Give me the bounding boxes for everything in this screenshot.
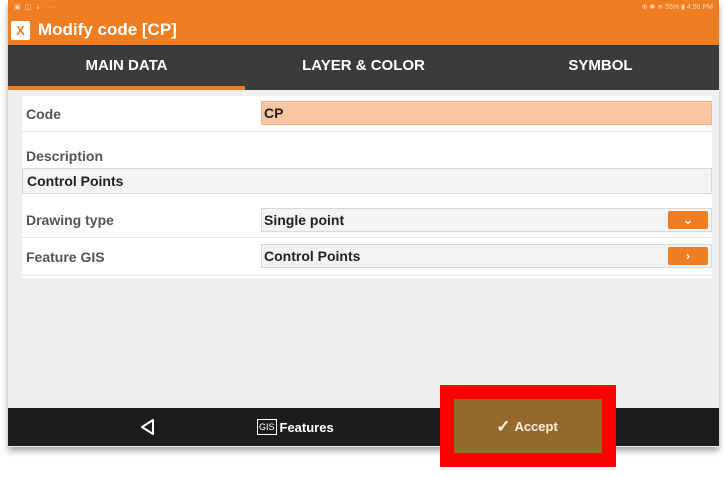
gis-icon: GIS: [257, 419, 277, 435]
feature-gis-value: Control Points: [264, 248, 361, 264]
status-icons-right: ⊕ ✱ ≋ 55% ▮ 4:58 PM: [641, 4, 713, 11]
description-input[interactable]: Control Points: [22, 168, 712, 194]
device-screen: ▣ ◫ ⇣ ··· ⊕ ✱ ≋ 55% ▮ 4:58 PM X Modify c…: [0, 0, 726, 477]
back-button[interactable]: [128, 415, 168, 439]
back-triangle-icon: [141, 419, 154, 435]
accept-label: Accept: [514, 419, 558, 434]
chevron-right-icon[interactable]: ›: [668, 247, 708, 265]
drawing-type-row: Drawing type Single point ⌄: [22, 202, 712, 238]
tab-main-data[interactable]: MAIN DATA: [8, 45, 245, 90]
app-logo-icon: X: [11, 21, 30, 40]
description-label: Description: [26, 148, 104, 164]
bottom-nav-bar: GIS Features: [8, 408, 719, 446]
page-title: Modify code [CP]: [38, 20, 177, 39]
code-input[interactable]: CP: [261, 101, 712, 125]
app-bar: X Modify code [CP]: [8, 16, 719, 45]
features-label: Features: [279, 419, 334, 435]
features-button[interactable]: GIS Features: [257, 416, 334, 438]
drawing-type-value: Single point: [264, 212, 345, 228]
main-data-form: Code CP Description Control Points Drawi…: [22, 96, 712, 278]
code-row: Code CP: [22, 96, 712, 132]
tab-symbol[interactable]: SYMBOL: [482, 45, 719, 90]
drawing-type-label: Drawing type: [26, 212, 114, 228]
code-label: Code: [26, 106, 61, 122]
tab-layer-color[interactable]: LAYER & COLOR: [245, 45, 482, 90]
check-icon: ✓: [496, 416, 511, 436]
status-icons-left: ▣ ◫ ⇣ ···: [14, 4, 55, 11]
drawing-type-select[interactable]: Single point ⌄: [261, 208, 712, 232]
accept-button[interactable]: ✓ Accept: [448, 393, 606, 460]
chevron-down-icon[interactable]: ⌄: [668, 211, 708, 229]
feature-gis-label: Feature GIS: [26, 249, 105, 265]
feature-gis-select[interactable]: Control Points ›: [261, 244, 712, 268]
status-bar: ▣ ◫ ⇣ ··· ⊕ ✱ ≋ 55% ▮ 4:58 PM: [8, 0, 719, 16]
app-window: ▣ ◫ ⇣ ··· ⊕ ✱ ≋ 55% ▮ 4:58 PM X Modify c…: [8, 0, 719, 447]
feature-gis-row: Feature GIS Control Points ›: [22, 238, 712, 276]
tab-bar: MAIN DATA LAYER & COLOR SYMBOL: [8, 45, 719, 90]
